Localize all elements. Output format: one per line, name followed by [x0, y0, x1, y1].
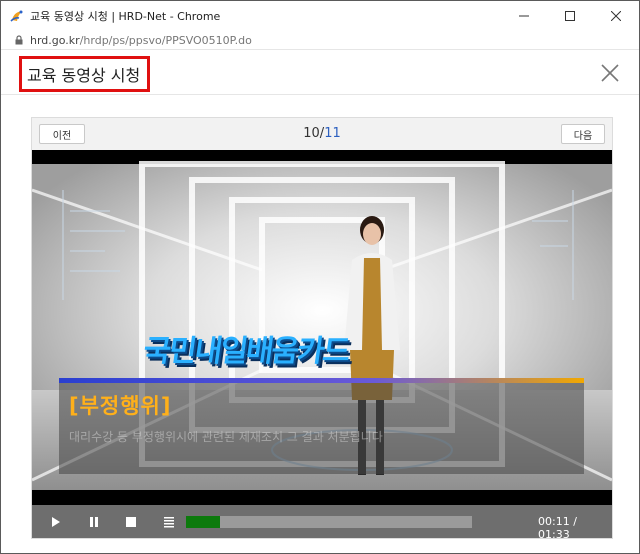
time-separator: / [569, 515, 577, 528]
hrd-favicon-icon [10, 10, 23, 22]
total-pages: 11 [324, 126, 341, 141]
caption-title: [부정행위] [69, 394, 172, 418]
maximize-button[interactable] [547, 1, 593, 31]
play-icon[interactable] [49, 515, 63, 529]
caption-subtext: 대리수강 등 부정행위시에 관련된 제재조치 그 결과 처분됩니다 [69, 430, 383, 444]
url-text[interactable]: hrd.go.kr/hrdp/ps/ppsvo/PPSVO0510P.do [30, 34, 252, 47]
video-player-panel: 이전 10/11 다음 국민내일배움카드 [부정행위] 대리수강 등 부정행위시… [31, 117, 613, 541]
url-host: hrd.go.kr [30, 33, 80, 47]
subtitle-box: [부정행위] 대리수강 등 부정행위시에 관련된 제재조치 그 결과 처분됩니다 [59, 378, 584, 474]
brand-logo-text: 국민내일배움카드 [141, 334, 351, 369]
video-frame[interactable]: 국민내일배움카드 [부정행위] 대리수강 등 부정행위시에 관련된 제재조치 그… [32, 150, 612, 505]
lock-icon [15, 35, 23, 45]
prev-button[interactable]: 이전 [39, 124, 85, 144]
progress-fill [186, 516, 221, 528]
minimize-button[interactable] [501, 1, 547, 31]
window-controls [501, 1, 639, 31]
url-path: /hrdp/ps/ppsvo/PPSVO0510P.do [79, 33, 252, 47]
window-close-icon [611, 11, 621, 21]
video-nav-bar: 이전 10/11 다음 [32, 118, 612, 150]
page-content: 교육 동영상 시청 이전 10/11 다음 국민내일배움카드 [부정행위] 대리… [1, 49, 639, 553]
progress-bar[interactable] [186, 516, 472, 528]
duration: 01:33 [538, 528, 570, 541]
pause-icon[interactable] [87, 515, 101, 529]
subtitle-accent-bar [59, 378, 584, 383]
window-title: 교육 동영상 시청 | HRD-Net - Chrome [30, 10, 221, 23]
title-bar: 교육 동영상 시청 | HRD-Net - Chrome [1, 1, 639, 31]
popup-header: 교육 동영상 시청 [1, 49, 639, 95]
time-display: 00:11 / 01:33 [538, 515, 612, 541]
video-controls: 00:11 / 01:33 [32, 505, 612, 541]
minimize-icon [519, 15, 529, 17]
list-icon[interactable] [162, 515, 176, 529]
current-time: 00:11 [538, 515, 570, 528]
address-bar[interactable]: hrd.go.kr/hrdp/ps/ppsvo/PPSVO0510P.do [1, 31, 639, 49]
stop-icon[interactable] [124, 515, 138, 529]
close-icon[interactable] [599, 62, 621, 84]
page-title: 교육 동영상 시청 [19, 56, 150, 92]
page-indicator: 10/11 [292, 126, 352, 141]
current-page: 10 [303, 126, 320, 141]
next-button[interactable]: 다음 [561, 124, 605, 144]
maximize-icon [565, 11, 575, 21]
browser-window: 교육 동영상 시청 | HRD-Net - Chrome hrd.go.kr/h… [0, 0, 640, 554]
window-close-button[interactable] [593, 1, 639, 31]
